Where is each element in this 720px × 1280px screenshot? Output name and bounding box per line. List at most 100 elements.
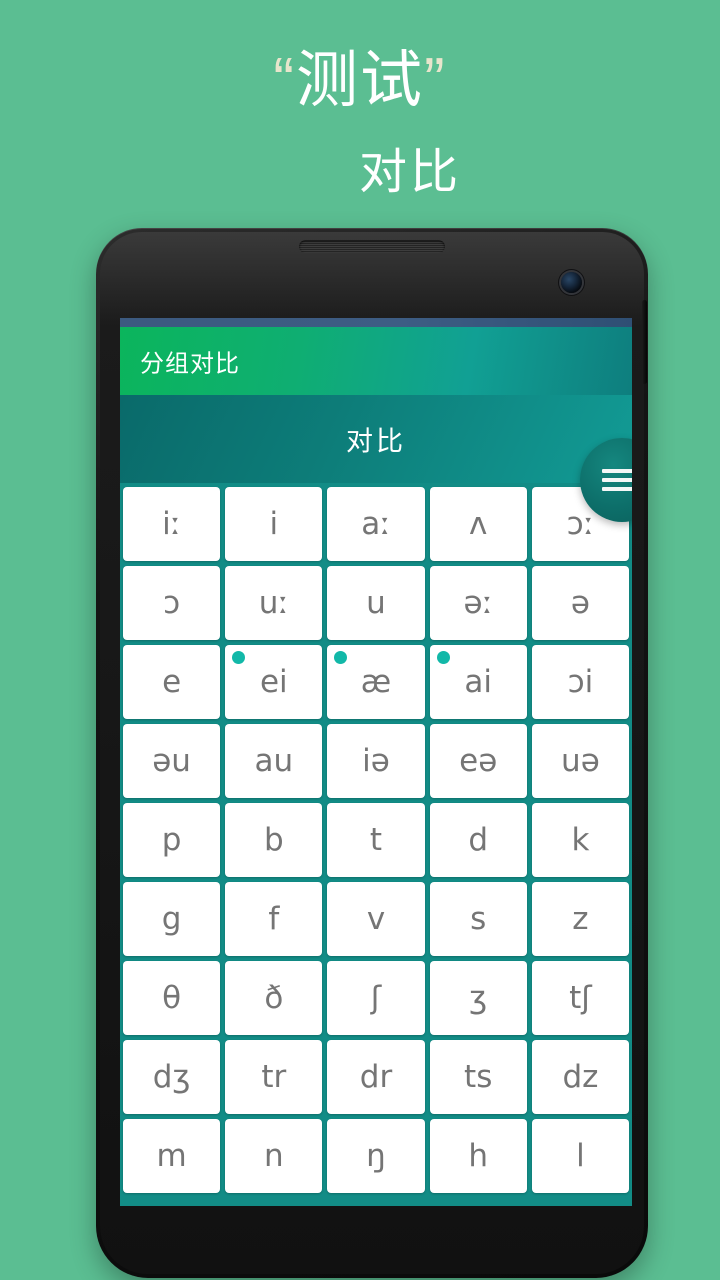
phonetic-cell-label: ʌ	[469, 505, 488, 542]
phonetic-cell-label: ɔi	[567, 663, 594, 700]
phonetic-cell-label: θ	[162, 979, 182, 1016]
phonetic-cell-label: ɔː	[566, 505, 595, 542]
phonetic-cell[interactable]: θ	[123, 961, 221, 1035]
phonetic-cell-label: ð	[264, 979, 284, 1016]
phonetic-cell-label: æ	[360, 663, 392, 700]
phone-screen: 分组对比 对比 iː i aː ʌ ɔː ɔ uː u əː ə e ei æ ai ɔi əu au iə eə u…	[120, 318, 632, 1206]
phonetic-grid-row: θ ð ʃ ʒ tʃ	[123, 961, 630, 1035]
phonetic-cell[interactable]: v	[327, 882, 425, 956]
phonetic-cell[interactable]: ai	[429, 645, 527, 719]
app-bar-title: 分组对比	[140, 350, 240, 378]
phonetic-cell-label: g	[161, 900, 182, 937]
selection-dot-icon	[334, 651, 348, 664]
phonetic-grid-row: mnŋhl	[123, 1119, 630, 1193]
phonetic-cell[interactable]: ð	[225, 961, 323, 1035]
phonetic-cell[interactable]: ʃ	[327, 961, 425, 1035]
phonetic-cell-label: aː	[361, 505, 391, 542]
phonetic-cell-label: əː	[463, 584, 493, 621]
phonetic-cell-label: uə	[561, 742, 600, 779]
phonetic-cell[interactable]: u	[327, 566, 425, 640]
phonetic-cell[interactable]: dʒ	[123, 1040, 221, 1114]
phonetic-cell[interactable]: s	[429, 882, 527, 956]
phonetic-grid-row: e ei æ ai ɔi	[123, 645, 630, 719]
phonetic-cell-label: u	[366, 584, 386, 621]
phonetic-cell[interactable]: t	[327, 803, 425, 877]
phonetic-cell-label: ʒ	[469, 979, 488, 1016]
phonetic-cell[interactable]: ə	[531, 566, 630, 640]
phonetic-cell-label: əu	[152, 742, 191, 779]
phonetic-cell-label: s	[470, 900, 487, 937]
phonetic-cell[interactable]: h	[429, 1119, 527, 1193]
phonetic-cell[interactable]: z	[531, 882, 630, 956]
phonetic-cell-label: ʃ	[370, 979, 382, 1016]
phonetic-cell[interactable]: l	[531, 1119, 630, 1193]
phonetic-cell[interactable]: ɔ	[123, 566, 221, 640]
phonetic-cell[interactable]: ei	[225, 645, 323, 719]
phonetic-cell[interactable]: p	[123, 803, 221, 877]
phonetic-cell-label: tʃ	[569, 979, 592, 1016]
phonetic-cell-label: f	[268, 900, 280, 937]
phonetic-cell-label: ts	[464, 1058, 493, 1095]
phonetic-grid-row: ɔ uː u əː ə	[123, 566, 630, 640]
phonetic-cell[interactable]: ʒ	[429, 961, 527, 1035]
phonetic-cell-label: v	[366, 900, 386, 937]
phonetic-cell[interactable]: au	[225, 724, 323, 798]
section-title: 对比	[346, 426, 406, 457]
phonetic-cell[interactable]: e	[123, 645, 221, 719]
phonetic-cell[interactable]: dr	[327, 1040, 425, 1114]
front-camera-icon	[561, 272, 582, 293]
phonetic-cell[interactable]: k	[531, 803, 630, 877]
phonetic-cell[interactable]: m	[123, 1119, 221, 1193]
phonetic-cell[interactable]: aː	[327, 487, 425, 561]
phonetic-cell-label: t	[369, 821, 383, 858]
phonetic-cell[interactable]: n	[225, 1119, 323, 1193]
phonetic-cell[interactable]: ɔi	[531, 645, 630, 719]
phonetic-cell-label: ai	[464, 663, 493, 700]
phonetic-cell[interactable]: f	[225, 882, 323, 956]
phonetic-cell-label: h	[468, 1137, 489, 1174]
selection-dot-icon	[232, 651, 246, 664]
quote-open-mark: “	[273, 46, 296, 115]
phonetic-cell[interactable]: iː	[123, 487, 221, 561]
phonetic-cell-label: ei	[259, 663, 288, 700]
phonetic-cell[interactable]: æ	[327, 645, 425, 719]
phonetic-cell-label: tr	[261, 1058, 287, 1095]
phonetic-cell[interactable]: dz	[531, 1040, 630, 1114]
phonetic-grid-row: dʒ tr dr ts dz	[123, 1040, 630, 1114]
phonetic-cell[interactable]: tʃ	[531, 961, 630, 1035]
phonetic-cell[interactable]: əu	[123, 724, 221, 798]
phonetic-cell-label: dz	[562, 1058, 599, 1095]
phone-mockup: 分组对比 对比 iː i aː ʌ ɔː ɔ uː u əː ə e ei æ ai ɔi əu au iə eə u…	[96, 228, 648, 1278]
phonetic-cell-label: dʒ	[152, 1058, 191, 1095]
phonetic-cell-label: iː	[162, 505, 182, 542]
promo-banner: “测试” 对比	[0, 0, 720, 225]
phonetic-cell[interactable]: əː	[429, 566, 527, 640]
power-button[interactable]	[642, 300, 647, 384]
phonetic-cell-label: n	[263, 1137, 284, 1174]
quote-close-mark: ”	[424, 46, 447, 115]
phonetic-cell-label: z	[572, 900, 589, 937]
phonetic-grid-row: gfvsz	[123, 882, 630, 956]
phone-bezel: 分组对比 对比 iː i aː ʌ ɔː ɔ uː u əː ə e ei æ ai ɔi əu au iə eə u…	[100, 232, 647, 1274]
phonetic-grid-row: əu au iə eə uə	[123, 724, 630, 798]
phonetic-cell[interactable]: b	[225, 803, 323, 877]
phonetic-cell[interactable]: uə	[531, 724, 630, 798]
phonetic-cell[interactable]: ʌ	[429, 487, 527, 561]
phonetic-cell[interactable]: i	[225, 487, 323, 561]
phonetic-cell[interactable]: eə	[429, 724, 527, 798]
phonetic-cell-label: i	[269, 505, 279, 542]
phonetic-cell-label: ɔ	[163, 584, 181, 621]
phonetic-cell[interactable]: g	[123, 882, 221, 956]
phonetic-cell[interactable]: ŋ	[327, 1119, 425, 1193]
phonetic-cell[interactable]: d	[429, 803, 527, 877]
phonetic-grid-row: iː i aː ʌ ɔː	[123, 487, 630, 561]
phonetic-cell-label: ə	[570, 584, 590, 621]
app-bar: 分组对比	[120, 327, 632, 395]
phonetic-cell[interactable]: uː	[225, 566, 323, 640]
phonetic-cell[interactable]: ts	[429, 1040, 527, 1114]
phonetic-cell-label: ŋ	[366, 1137, 386, 1174]
phonetic-cell[interactable]: iə	[327, 724, 425, 798]
phonetic-cell-label: k	[571, 821, 590, 858]
phonetic-cell[interactable]: tr	[225, 1040, 323, 1114]
section-header: 对比	[120, 395, 632, 522]
